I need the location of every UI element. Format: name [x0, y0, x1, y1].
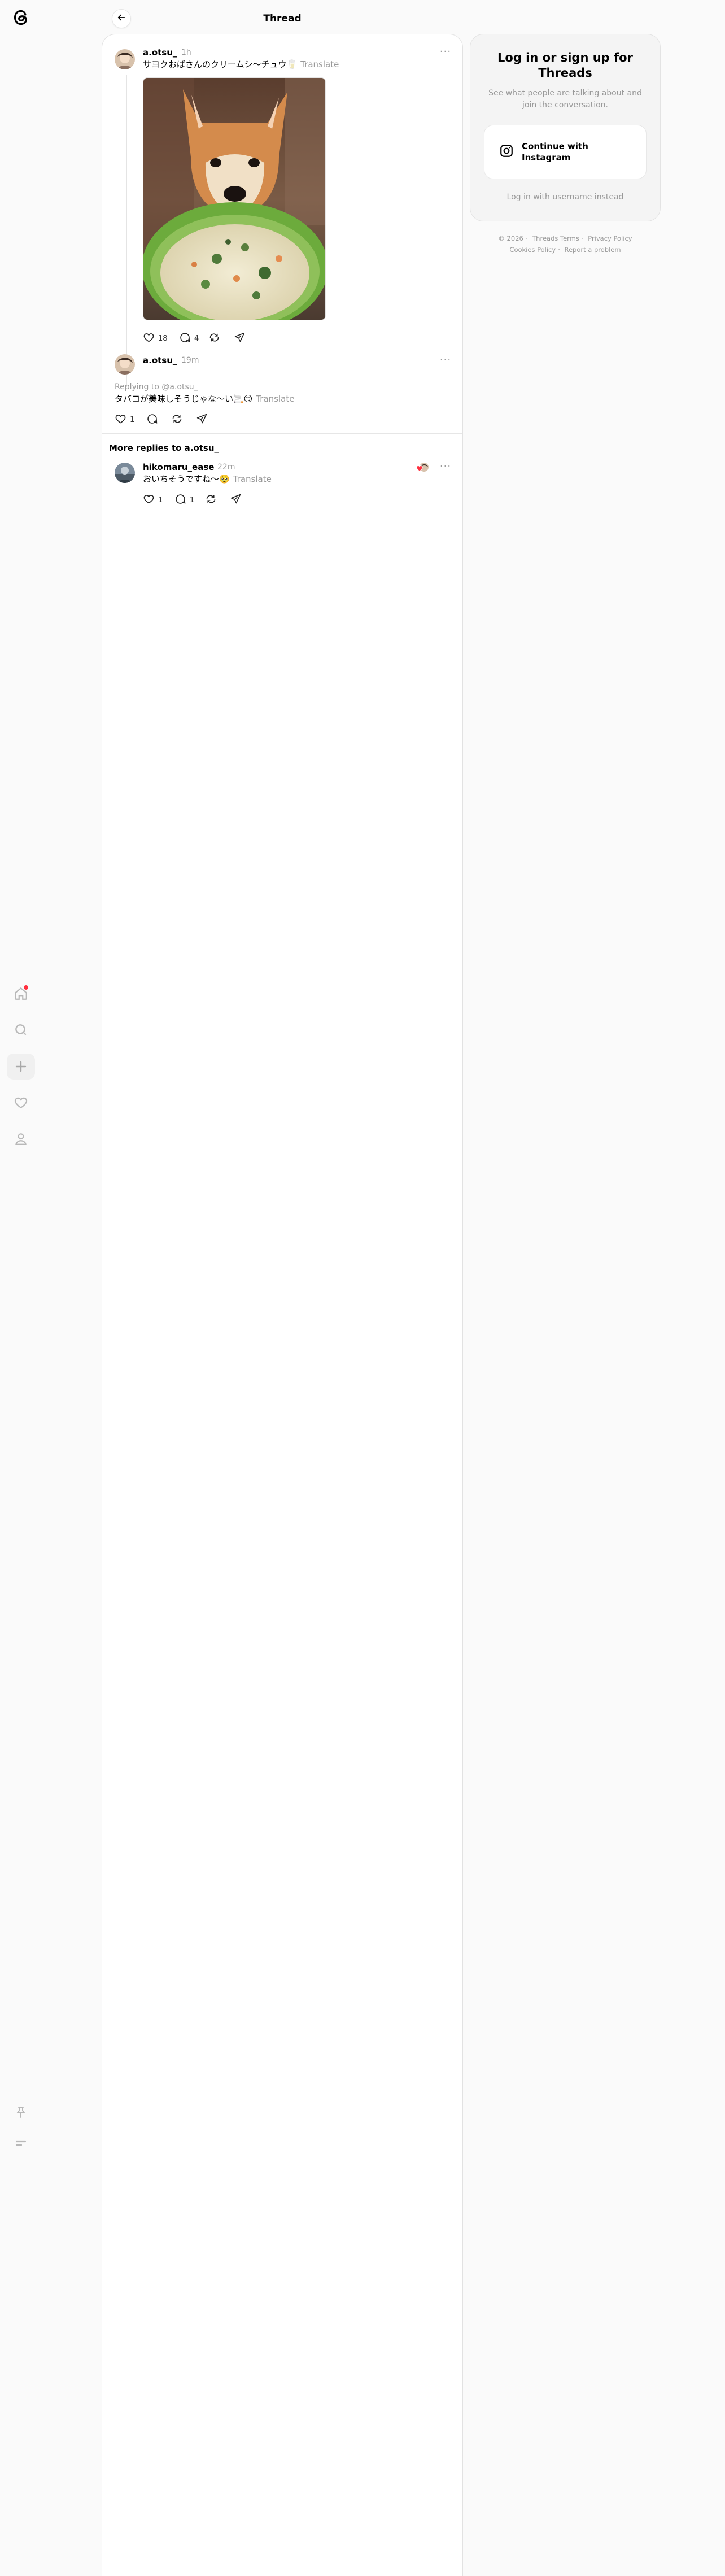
comment-icon — [174, 493, 186, 507]
share-button[interactable] — [230, 493, 242, 507]
like-count: 18 — [158, 334, 168, 343]
terms-link[interactable]: Threads Terms — [532, 234, 579, 242]
login-card: Log in or sign up for Threads See what p… — [470, 34, 661, 221]
repost-button[interactable] — [171, 413, 183, 427]
divider — [102, 433, 462, 434]
thread-line — [126, 75, 127, 387]
more-icon[interactable]: ··· — [438, 355, 453, 368]
login-subtitle: See what people are talking about and jo… — [488, 89, 642, 110]
share-icon — [230, 493, 242, 507]
avatar[interactable] — [115, 463, 135, 483]
search-icon[interactable] — [7, 1017, 35, 1043]
more-icon[interactable]: ··· — [438, 47, 453, 59]
heart-icon — [143, 493, 155, 507]
heart-icon — [143, 332, 155, 346]
repost-icon — [208, 332, 220, 346]
privacy-link[interactable]: Privacy Policy — [588, 234, 632, 242]
reply-timestamp[interactable]: 22m — [217, 462, 235, 473]
thread-column: a.otsu_ 1h ··· サヨクおばさんのクリームシ〜チュウ🥛 Transla… — [102, 34, 463, 2576]
repost-icon — [171, 413, 183, 427]
repost-button[interactable] — [205, 493, 217, 507]
reply-username[interactable]: hikomaru_ease — [143, 462, 214, 473]
more-icon[interactable]: ··· — [438, 462, 453, 474]
home-icon[interactable] — [7, 981, 35, 1007]
reply-timestamp[interactable]: 19m — [181, 355, 199, 366]
post-timestamp[interactable]: 1h — [181, 47, 191, 58]
reply-text-body: おいちそうですね〜🥹 — [143, 474, 230, 484]
share-icon — [196, 413, 208, 427]
replying-to[interactable]: Replying to @a.otsu_ — [115, 381, 198, 393]
comment-icon — [179, 332, 191, 346]
report-problem-link[interactable]: Report a problem — [565, 246, 621, 254]
pin-icon[interactable] — [7, 2099, 35, 2125]
share-button[interactable] — [234, 332, 246, 345]
instagram-icon — [499, 143, 514, 160]
reply-username[interactable]: a.otsu_ — [143, 355, 177, 366]
page-title: Thread — [263, 13, 302, 24]
cookies-link[interactable]: Cookies Policy — [509, 246, 556, 254]
like-count: 1 — [158, 495, 163, 504]
comment-button[interactable]: 4 — [179, 332, 199, 345]
instagram-button-label: Continue with Instagram — [522, 141, 588, 163]
login-title: Log in or sign up for Threads — [497, 51, 633, 80]
comment-button[interactable] — [146, 413, 158, 427]
notification-dot — [24, 985, 28, 990]
comment-button[interactable]: 1 — [174, 493, 194, 507]
footer: © 2026 · Threads Terms · Privacy Policy Co… — [498, 234, 632, 254]
share-button[interactable] — [196, 413, 208, 427]
post-text: サヨクおばさんのクリームシ〜チュウ🥛 Translate — [143, 59, 339, 70]
reply-text-body: タバコが美味しそうじゃな〜い🚬😏 — [115, 394, 253, 404]
plus-icon[interactable] — [7, 1054, 35, 1080]
profile-icon[interactable] — [7, 1126, 35, 1152]
reply-text: おいちそうですね〜🥹 Translate — [143, 473, 272, 485]
threads-logo-icon[interactable] — [8, 5, 34, 31]
menu-icon[interactable] — [7, 2130, 35, 2156]
repost-icon — [205, 493, 217, 507]
translate-link[interactable]: Translate — [256, 394, 294, 404]
copyright: © 2026 — [498, 234, 523, 242]
like-count: 1 — [130, 415, 135, 424]
comment-count: 4 — [194, 334, 199, 343]
translate-link[interactable]: Translate — [233, 474, 272, 484]
avatar[interactable] — [115, 354, 135, 375]
post-username[interactable]: a.otsu_ — [143, 47, 177, 58]
continue-with-instagram-button[interactable]: Continue with Instagram — [484, 125, 647, 179]
like-button[interactable]: 1 — [143, 493, 163, 507]
liked-by-author-avatar — [416, 462, 429, 473]
comment-count: 1 — [190, 495, 195, 504]
back-arrow-icon — [117, 13, 126, 24]
like-button[interactable]: 1 — [115, 413, 134, 427]
repost-button[interactable] — [208, 332, 220, 345]
post-image[interactable] — [143, 77, 326, 320]
reply-text: タバコが美味しそうじゃな〜い🚬😏 Translate — [115, 393, 294, 404]
post-text-body: サヨクおばさんのクリームシ〜チュウ🥛 — [143, 59, 298, 69]
login-with-username-link[interactable]: Log in with username instead — [482, 192, 649, 203]
like-button[interactable]: 18 — [143, 332, 168, 345]
more-replies-heading: More replies to a.otsu_ — [109, 443, 219, 453]
back-button[interactable] — [112, 9, 131, 28]
heart-icon — [115, 413, 126, 427]
translate-link[interactable]: Translate — [300, 59, 339, 69]
heart-icon[interactable] — [7, 1090, 35, 1116]
share-icon — [234, 332, 246, 346]
avatar[interactable] — [115, 49, 135, 69]
comment-icon — [146, 413, 158, 427]
